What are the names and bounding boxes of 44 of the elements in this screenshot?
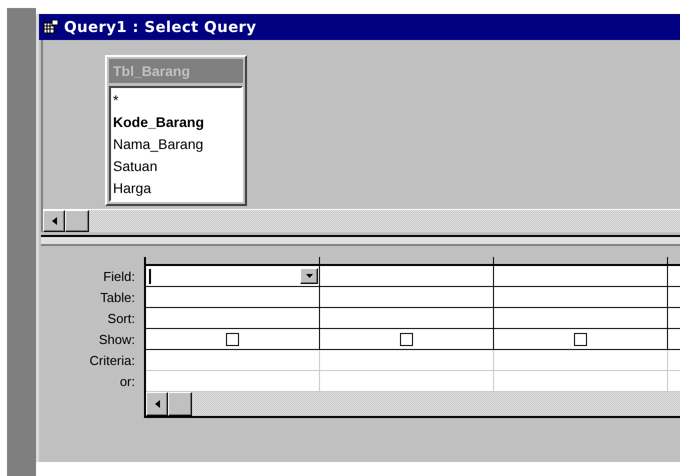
field-item[interactable]: Nama_Barang <box>113 133 239 155</box>
grid-cell[interactable] <box>146 265 320 286</box>
grid-cell[interactable] <box>494 308 668 328</box>
show-checkbox[interactable] <box>400 332 413 346</box>
row-label: Field: <box>103 268 135 286</box>
scroll-left-button[interactable] <box>43 210 65 232</box>
row-label: or: <box>120 373 135 391</box>
arrow-left-icon <box>52 217 56 225</box>
dropdown-button[interactable] <box>300 268 318 284</box>
field-item[interactable]: Satuan <box>113 155 239 177</box>
grid-cell[interactable] <box>320 328 494 350</box>
show-checkbox[interactable] <box>574 332 587 346</box>
field-item[interactable]: * <box>113 89 239 111</box>
row-label: Sort: <box>108 310 135 328</box>
pane-splitter[interactable] <box>41 235 680 246</box>
field-listbox[interactable]: * Kode_Barang Nama_Barang Satuan Harga <box>109 86 243 202</box>
column-selector[interactable] <box>494 257 668 265</box>
column-selector[interactable] <box>146 257 320 265</box>
grid-cell[interactable] <box>494 286 668 308</box>
scroll-left-button[interactable] <box>146 392 168 416</box>
scroll-thumb[interactable] <box>65 210 89 232</box>
caret-icon <box>306 274 312 278</box>
show-checkbox[interactable] <box>226 332 239 346</box>
field-item[interactable]: Harga <box>113 177 239 199</box>
grid-cell[interactable] <box>320 308 494 328</box>
field-item[interactable]: Kode_Barang <box>113 111 239 133</box>
grid-cell[interactable] <box>320 265 494 286</box>
grid-cell[interactable] <box>494 328 668 350</box>
arrow-left-icon <box>154 400 160 408</box>
grid-cell[interactable] <box>146 286 320 308</box>
grid-cell[interactable] <box>320 286 494 308</box>
row-label: Show: <box>98 331 135 349</box>
horizontal-scrollbar[interactable] <box>43 210 680 232</box>
horizontal-scrollbar[interactable] <box>146 392 680 416</box>
window-title: Query1 : Select Query <box>64 18 256 36</box>
query-icon <box>43 20 59 34</box>
scroll-thumb[interactable] <box>168 392 192 416</box>
column-selector[interactable] <box>320 257 494 265</box>
text-cursor <box>149 269 151 284</box>
row-label: Criteria: <box>89 352 135 370</box>
grid-cell[interactable] <box>146 308 320 328</box>
row-label: Table: <box>100 289 135 307</box>
grid-cell[interactable] <box>146 328 320 350</box>
grid-cell[interactable] <box>494 265 668 286</box>
